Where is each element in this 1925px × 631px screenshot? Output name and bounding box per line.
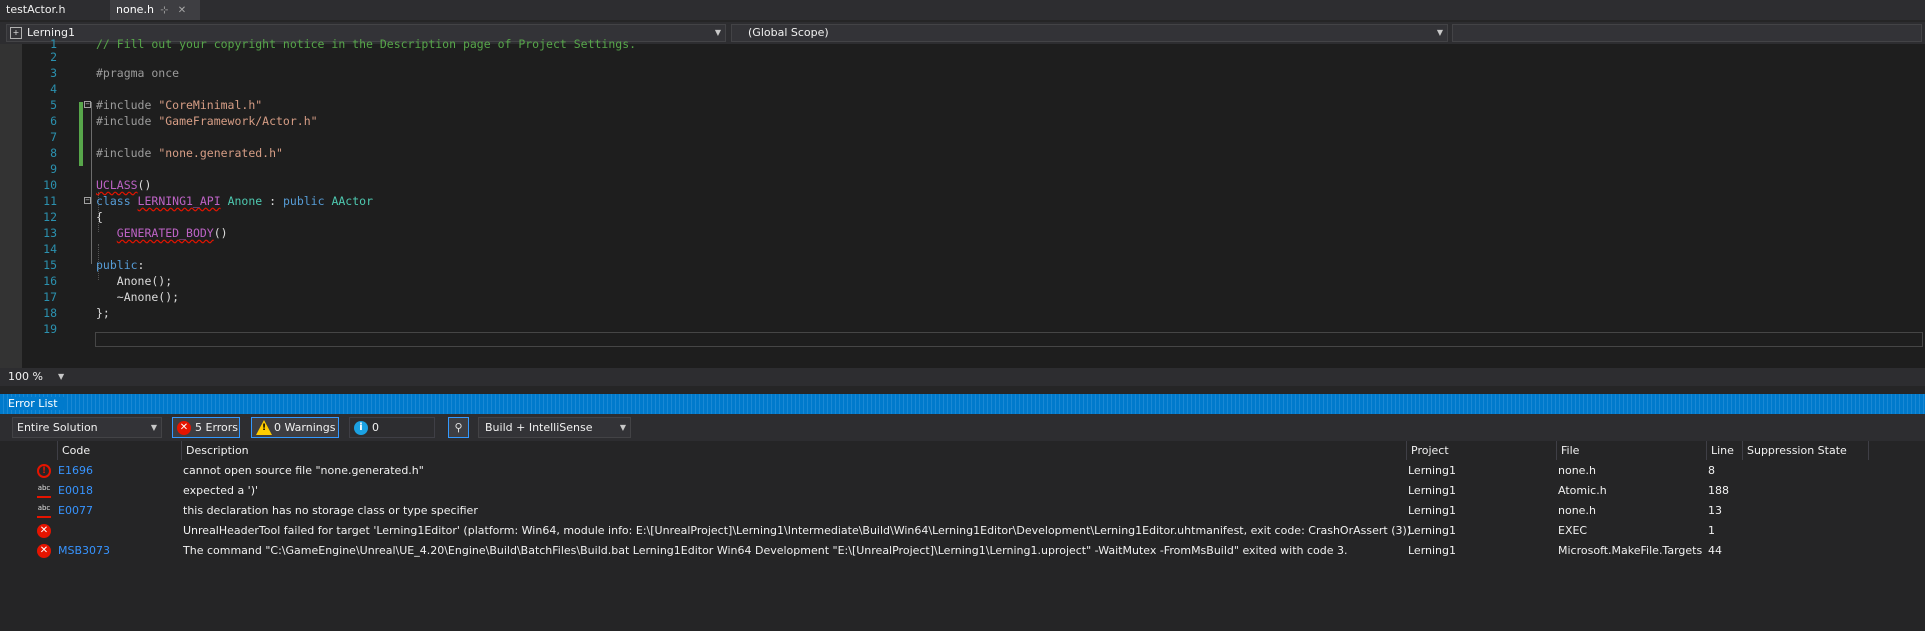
table-row[interactable]: ✕ MSB3073 The command "C:\GameEngine\Unr… xyxy=(0,541,1925,561)
error-project: Lerning1 xyxy=(1408,544,1457,557)
column-header-file[interactable]: File xyxy=(1557,441,1707,460)
document-tab-bar: testActor.h none.h ⊹ ✕ xyxy=(0,0,1925,20)
sort-column-header[interactable] xyxy=(30,441,58,460)
error-description: expected a ')' xyxy=(183,484,259,497)
errors-toggle-button[interactable]: ✕ 5 Errors xyxy=(172,417,240,438)
error-code[interactable]: MSB3073 xyxy=(58,541,110,561)
warnings-toggle-button[interactable]: ! 0 Warnings xyxy=(251,417,339,438)
code-line: 14 xyxy=(43,242,57,256)
intellisense-error-icon: ! xyxy=(37,464,51,478)
tab-label: testActor.h xyxy=(6,3,66,16)
error-project: Lerning1 xyxy=(1408,484,1457,497)
error-line: 188 xyxy=(1708,484,1729,497)
messages-toggle-button[interactable]: i 0 Messages xyxy=(349,417,435,453)
column-header-line[interactable]: Line xyxy=(1707,441,1743,460)
error-description: this declaration has no storage class or… xyxy=(183,504,478,517)
code-line: 10 UCLASS() xyxy=(43,178,152,192)
pin-icon[interactable]: ⊹ xyxy=(157,1,171,21)
code-line: 13 GENERATED_BODY() xyxy=(43,226,228,240)
error-description: cannot open source file "none.generated.… xyxy=(183,464,424,477)
column-header-project[interactable]: Project xyxy=(1407,441,1557,460)
code-line: 17 ~Anone(); xyxy=(43,290,180,304)
tab-testactor[interactable]: testActor.h xyxy=(0,0,110,20)
code-line: 15 public: xyxy=(43,258,145,272)
error-file: none.h xyxy=(1558,464,1596,477)
column-header-code[interactable]: Code xyxy=(58,441,182,460)
build-filter-dropdown[interactable]: Build + IntelliSense ▼ xyxy=(478,417,631,438)
zoom-level[interactable]: 100 % xyxy=(8,369,43,385)
code-line: 19 xyxy=(43,322,57,336)
code-line: 4 xyxy=(50,82,57,96)
scope-filter-dropdown[interactable]: Entire Solution ▼ xyxy=(12,417,162,438)
code-line: 5− #include "CoreMinimal.h" xyxy=(50,98,263,112)
error-project: Lerning1 xyxy=(1408,464,1457,477)
error-code[interactable]: E1696 xyxy=(58,461,93,481)
code-line: 16 Anone(); xyxy=(43,274,173,288)
error-project: Lerning1 xyxy=(1408,524,1457,537)
error-icon: ✕ xyxy=(37,524,51,538)
column-header-suppression-state[interactable]: Suppression State xyxy=(1743,441,1869,460)
error-line: 8 xyxy=(1708,464,1715,477)
error-icon: ✕ xyxy=(177,421,191,435)
spelling-error-icon: abc xyxy=(37,504,51,518)
error-code[interactable]: E0077 xyxy=(58,501,93,521)
error-list-title: Error List xyxy=(0,394,1925,414)
error-list-grid: Code Description Project File Line Suppr… xyxy=(0,441,1925,631)
code-line: 2 xyxy=(50,50,57,64)
error-file: Microsoft.MakeFile.Targets xyxy=(1558,544,1703,557)
error-line: 13 xyxy=(1708,504,1722,517)
error-line: 44 xyxy=(1708,544,1722,557)
filter-button[interactable]: ⚲ xyxy=(448,417,469,438)
close-icon[interactable]: ✕ xyxy=(175,1,189,21)
tab-none[interactable]: none.h ⊹ ✕ xyxy=(110,0,200,20)
code-line: 7 xyxy=(50,130,57,144)
code-line: 12{ xyxy=(43,210,103,224)
error-description: UnrealHeaderTool failed for target 'Lern… xyxy=(183,524,1415,537)
error-line: 1 xyxy=(1708,524,1715,537)
editor-status-bar: 100 % ▼ xyxy=(0,368,1925,386)
code-line: 6 #include "GameFramework/Actor.h" xyxy=(50,114,318,128)
code-editor[interactable]: 1// Fill out your copyright notice in th… xyxy=(0,37,1925,368)
table-row[interactable]: abc E0077 this declaration has no storag… xyxy=(0,501,1925,521)
error-file: EXEC xyxy=(1558,524,1588,537)
code-line: 18}; xyxy=(43,306,110,320)
spelling-error-icon: abc xyxy=(37,484,51,498)
code-line: 3 #pragma once xyxy=(50,66,180,80)
code-line: 9 xyxy=(50,162,57,176)
table-row[interactable]: ✕ UnrealHeaderTool failed for target 'Le… xyxy=(0,521,1925,541)
error-description: The command "C:\GameEngine\Unreal\UE_4.2… xyxy=(183,544,1348,557)
error-project: Lerning1 xyxy=(1408,504,1457,517)
chevron-down-icon: ▼ xyxy=(619,423,626,432)
code-line: 11− class LERNING1_API Anone : public AAc… xyxy=(43,194,373,208)
collapse-icon[interactable]: − xyxy=(84,101,91,108)
chevron-down-icon: ▼ xyxy=(150,423,157,432)
error-icon: ✕ xyxy=(37,544,51,558)
collapse-icon[interactable]: − xyxy=(84,197,91,204)
chevron-down-icon[interactable]: ▼ xyxy=(58,369,64,385)
tab-label: none.h xyxy=(116,3,154,16)
table-row[interactable]: ! E1696 cannot open source file "none.ge… xyxy=(0,461,1925,481)
error-file: none.h xyxy=(1558,504,1596,517)
error-file: Atomic.h xyxy=(1558,484,1607,497)
table-row[interactable]: abc E0018 expected a ')' Lerning1 Atomic… xyxy=(0,481,1925,501)
filter-icon: ⚲ xyxy=(454,421,463,434)
error-list-toolbar: Entire Solution ▼ ✕ 5 Errors ! 0 Warning… xyxy=(0,414,1925,453)
info-icon: i xyxy=(354,421,368,435)
error-code[interactable]: E0018 xyxy=(58,481,93,501)
column-header-description[interactable]: Description xyxy=(182,441,1407,460)
code-line: 8 #include "none.generated.h" xyxy=(50,146,283,160)
